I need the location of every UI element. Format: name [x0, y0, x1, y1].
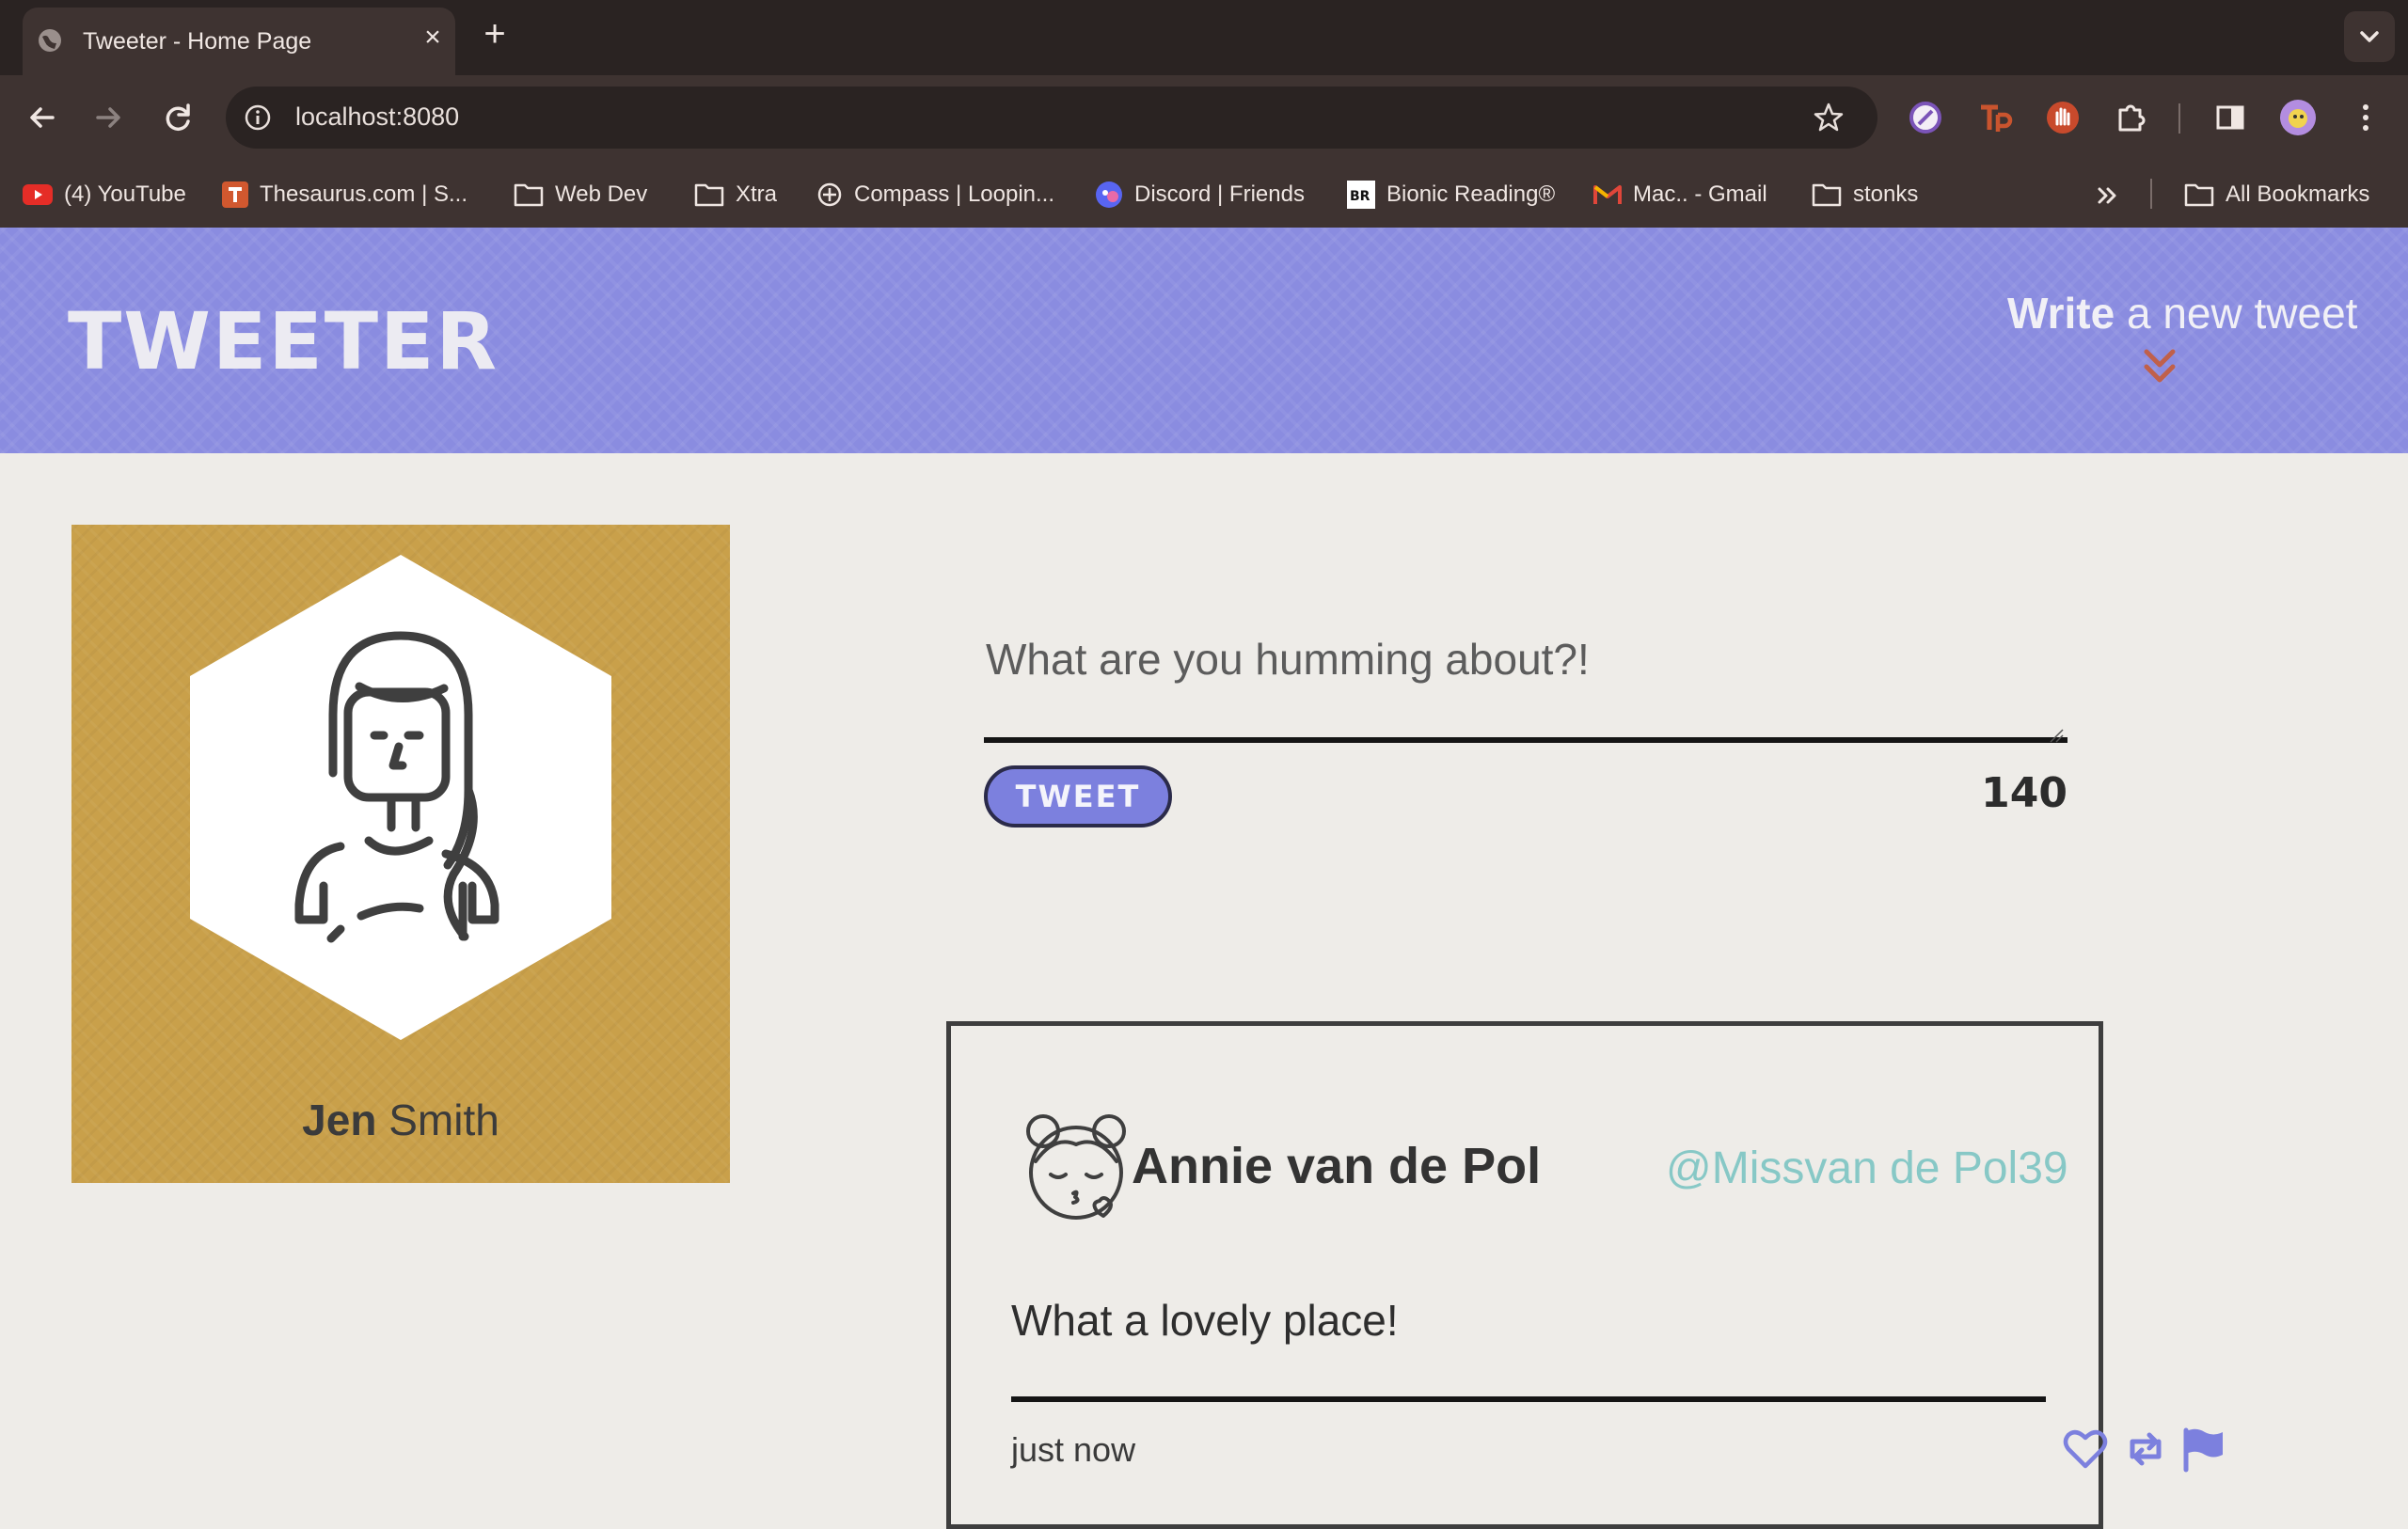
compass-icon [817, 182, 842, 207]
tweet-author-name: Annie van de Pol [1132, 1138, 1542, 1194]
bookmark-folder-stonks[interactable]: stonks [1812, 177, 1918, 213]
profile-first-name: Jen [302, 1096, 377, 1144]
bookmark-label: stonks [1853, 181, 1919, 207]
all-bookmarks-button[interactable]: All Bookmarks [2184, 177, 2369, 213]
write-new-tweet-link[interactable]: Write a new tweet [2007, 288, 2357, 339]
globe-icon [39, 29, 61, 52]
chevron-down-icon [2360, 31, 2379, 42]
forward-icon[interactable] [87, 96, 130, 139]
avatar[interactable] [2276, 96, 2320, 139]
reload-icon[interactable] [156, 96, 199, 139]
bookmark-compass[interactable]: Compass | Loopin... [816, 177, 1054, 213]
bookmark-youtube[interactable]: (4) YouTube [23, 177, 186, 213]
bookmarks-divider [2150, 179, 2152, 209]
profile-name: Jen Smith [71, 1095, 730, 1145]
tweet-author-handle: @Missvan de Pol39 [1666, 1143, 2068, 1193]
tweet-body: What a lovely place! [1011, 1296, 1399, 1345]
bookmark-label: Xtra [736, 181, 778, 207]
extension-tp-icon[interactable] [1973, 96, 2017, 139]
profile-avatar [190, 555, 611, 1040]
address-text: localhost:8080 [295, 102, 460, 131]
write-bold-text: Write [2007, 289, 2115, 338]
discord-icon [1096, 181, 1122, 208]
tab-search-button[interactable] [2344, 11, 2395, 62]
bookmark-label: (4) YouTube [64, 181, 186, 207]
tab-strip: Tweeter - Home Page × + [0, 0, 2408, 75]
folder-icon [1812, 183, 1842, 207]
bookmark-folder-xtra[interactable]: Xtra [694, 177, 777, 213]
menu-dots-icon[interactable] [2344, 96, 2387, 139]
tweet-button[interactable]: TWEET [984, 765, 1172, 828]
site-logo[interactable]: TWEETER [68, 295, 499, 387]
heart-icon[interactable] [2061, 1425, 2110, 1474]
bookmark-bionic-reading[interactable]: BR Bionic Reading® [1347, 177, 1555, 213]
write-rest-text: a new tweet [2126, 289, 2358, 338]
double-chevron-down-icon[interactable] [2137, 344, 2182, 389]
bookmark-folder-web-dev[interactable]: Web Dev [514, 177, 647, 213]
bookmark-label: Mac.. - Gmail [1633, 181, 1767, 207]
all-bookmarks-label: All Bookmarks [2226, 181, 2370, 207]
tweet-timestamp: just now [1011, 1430, 1136, 1469]
flag-icon[interactable] [2178, 1425, 2226, 1474]
profile-last-name: Smith [388, 1096, 499, 1144]
side-panel-icon[interactable] [2209, 96, 2252, 139]
extension-hand-icon[interactable] [2041, 96, 2084, 139]
site-info-icon[interactable] [243, 102, 273, 133]
retweet-icon[interactable] [2121, 1425, 2170, 1474]
bookmark-gmail[interactable]: Mac.. - Gmail [1593, 177, 1767, 213]
folder-icon [514, 183, 544, 207]
bookmark-label: Web Dev [555, 181, 648, 207]
character-counter: 140 [1981, 769, 2067, 817]
bookmark-label: Bionic Reading® [1386, 181, 1556, 207]
address-bar[interactable]: localhost:8080 [226, 87, 1877, 149]
bookmark-discord[interactable]: Discord | Friends [1095, 177, 1305, 213]
folder-icon [2184, 183, 2214, 207]
bionic-reading-icon: BR [1347, 181, 1375, 209]
thesaurus-icon [222, 181, 248, 208]
youtube-icon [23, 184, 53, 205]
toolbar-divider [2178, 103, 2180, 134]
tweet-textarea[interactable] [984, 611, 2067, 743]
bookmarks-bar: (4) YouTube Thesaurus.com | S... Web Dev… [0, 162, 2408, 228]
bookmark-label: Discord | Friends [1134, 181, 1305, 207]
tweet-divider [1011, 1396, 2046, 1402]
profile-card: Jen Smith [71, 525, 730, 1183]
chevron-double-right-icon[interactable] [2092, 181, 2122, 211]
gmail-icon [1593, 185, 1622, 204]
girl-kiss-icon [1026, 1114, 1126, 1220]
bookmark-label: Compass | Loopin... [854, 181, 1055, 207]
new-tab-button[interactable]: + [478, 15, 512, 53]
site-header: TWEETER Write a new tweet [0, 228, 2408, 453]
close-icon[interactable]: × [418, 23, 448, 53]
tab-home[interactable]: Tweeter - Home Page × [23, 8, 455, 75]
folder-icon [694, 183, 724, 207]
star-icon[interactable] [1812, 101, 1846, 134]
bookmark-thesaurus[interactable]: Thesaurus.com | S... [222, 177, 467, 213]
puzzle-icon[interactable] [2109, 96, 2152, 139]
back-icon[interactable] [21, 96, 64, 139]
bookmark-label: Thesaurus.com | S... [260, 181, 467, 207]
browser-toolbar: localhost:8080 [0, 75, 2408, 162]
browser-chrome: Tweeter - Home Page × + localhost:8080 (… [0, 0, 2408, 228]
tweet-card: Annie van de Pol @Missvan de Pol39 What … [946, 1021, 2223, 1529]
tweet-avatar [1026, 1114, 1126, 1220]
svg-text:BR: BR [1350, 189, 1370, 204]
resize-handle-icon[interactable] [2047, 726, 2064, 743]
extension-block-icon[interactable] [1904, 96, 1947, 139]
tab-title: Tweeter - Home Page [83, 28, 312, 55]
